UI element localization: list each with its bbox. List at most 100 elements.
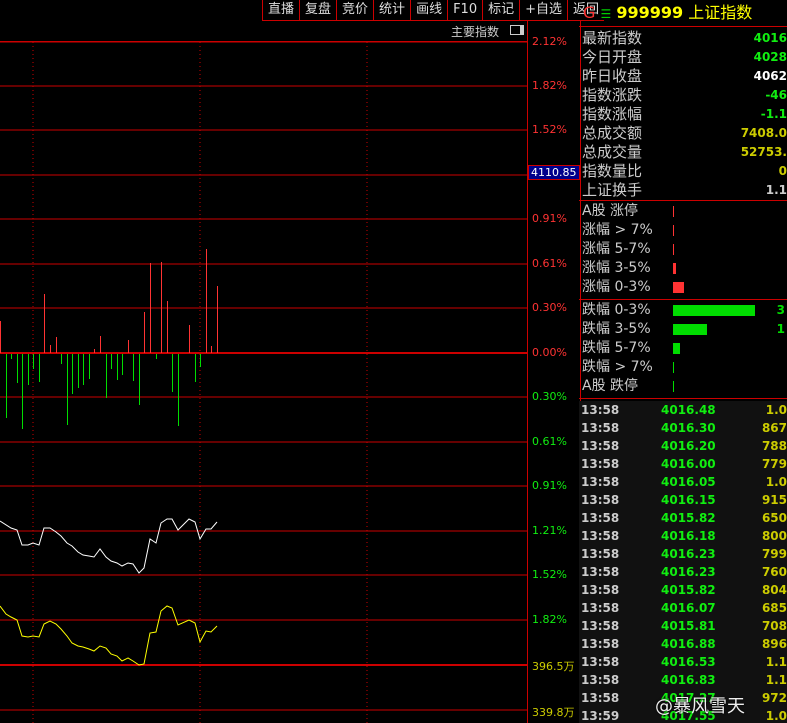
dist-count: 3 bbox=[776, 303, 785, 317]
tick-row: 13:58 4016.83 1.1 bbox=[579, 671, 787, 689]
tick-time: 13:58 bbox=[581, 637, 620, 651]
tick-price: 4016.15 bbox=[661, 493, 716, 507]
quote-value: 52753. bbox=[740, 145, 787, 159]
tick-row: 13:58 4015.82 650 bbox=[579, 509, 787, 527]
tick-volume: 760 bbox=[761, 565, 787, 579]
tick-time: 13:58 bbox=[581, 691, 620, 705]
tick-row: 13:58 4016.15 915 bbox=[579, 491, 787, 509]
quote-row: 上证换手 1.1 bbox=[579, 181, 787, 200]
axis-label: 1.82% bbox=[532, 79, 567, 92]
quote-row: 指数量比 0 bbox=[579, 162, 787, 181]
quote-row: 总成交额 7408.0 bbox=[579, 124, 787, 143]
quote-row: 最新指数 4016 bbox=[579, 29, 787, 48]
axis-label: 1.82% bbox=[532, 613, 567, 626]
tick-row: 13:58 4016.23 760 bbox=[579, 563, 787, 581]
tick-volume: 779 bbox=[761, 457, 787, 471]
tick-price: 4016.53 bbox=[661, 655, 716, 669]
fall-distribution: 跌幅 0-3% 3 跌幅 3-5% 1 跌幅 5-7% 跌幅 > 7% A股 跌停 bbox=[579, 300, 787, 399]
tick-price: 4016.20 bbox=[661, 439, 716, 453]
quote-label: 最新指数 bbox=[582, 29, 643, 47]
axis-label: 1.21% bbox=[532, 524, 567, 537]
quote-label: 指数涨跌 bbox=[582, 86, 643, 104]
dist-row: A股 跌停 bbox=[579, 377, 787, 396]
dist-bar bbox=[673, 244, 674, 255]
tick-list[interactable]: 13:58 4016.48 1.0 13:58 4016.30 867 13:58 4016.… bbox=[579, 399, 787, 723]
dist-row: 涨幅 > 7% bbox=[579, 221, 787, 240]
dist-row: 涨幅 5-7% bbox=[579, 240, 787, 259]
quote-label: 总成交额 bbox=[582, 124, 643, 142]
dist-label: 跌幅 0-3% bbox=[582, 302, 651, 318]
dist-bar bbox=[673, 381, 674, 392]
stock-name: 上证指数 bbox=[688, 3, 753, 22]
tick-price: 4016.88 bbox=[661, 637, 716, 651]
dist-bar bbox=[673, 324, 707, 335]
tick-price: 4016.23 bbox=[661, 565, 716, 579]
axis-label: 0.00% bbox=[532, 346, 567, 359]
tick-price: 4016.23 bbox=[661, 547, 716, 561]
axis-label: 0.91% bbox=[532, 479, 567, 492]
dist-label: 涨幅 > 7% bbox=[582, 222, 653, 238]
tick-volume: 896 bbox=[761, 637, 787, 651]
dist-bar bbox=[673, 282, 684, 293]
quote-label: 指数涨幅 bbox=[582, 105, 643, 123]
dist-label: 跌幅 3-5% bbox=[582, 321, 651, 337]
tick-row: 13:58 4016.30 867 bbox=[579, 419, 787, 437]
quote-value: 7408.0 bbox=[740, 126, 787, 140]
tick-row: 13:58 4016.00 779 bbox=[579, 455, 787, 473]
axis-label: 1.52% bbox=[532, 123, 567, 136]
tick-time: 13:58 bbox=[581, 619, 620, 633]
quote-row: 今日开盘 4028 bbox=[579, 48, 787, 67]
axis-label: 2.12% bbox=[532, 35, 567, 48]
tick-time: 13:58 bbox=[581, 403, 620, 417]
tick-volume: 915 bbox=[761, 493, 787, 507]
tick-price: 4016.05 bbox=[661, 475, 716, 489]
tick-volume: 1.0 bbox=[765, 709, 787, 723]
quote-row: 昨日收盘 4062 bbox=[579, 67, 787, 86]
quote-label: 昨日收盘 bbox=[582, 67, 643, 85]
dist-label: 跌幅 5-7% bbox=[582, 340, 651, 356]
axis-label: 0.30% bbox=[532, 390, 567, 403]
tick-volume: 708 bbox=[761, 619, 787, 633]
tick-volume: 972 bbox=[761, 691, 787, 705]
quote-value: 4062 bbox=[753, 69, 787, 83]
tick-time: 13:58 bbox=[581, 475, 620, 489]
tick-price: 4015.82 bbox=[661, 511, 716, 525]
quote-value: -1.1 bbox=[760, 107, 787, 121]
tick-volume: 804 bbox=[761, 583, 787, 597]
tick-price: 4016.18 bbox=[661, 529, 716, 543]
dist-label: 涨幅 5-7% bbox=[582, 241, 651, 257]
dist-row: 跌幅 0-3% 3 bbox=[579, 301, 787, 320]
tick-time: 13:58 bbox=[581, 421, 620, 435]
tick-volume: 800 bbox=[761, 529, 787, 543]
tick-row: 13:58 4016.23 799 bbox=[579, 545, 787, 563]
tick-price: 4015.82 bbox=[661, 583, 716, 597]
menu-icon[interactable]: ☰ bbox=[601, 7, 612, 21]
dist-label: 涨幅 3-5% bbox=[582, 260, 651, 276]
tick-volume: 799 bbox=[761, 547, 787, 561]
quote-value: 1.1 bbox=[765, 183, 787, 197]
tick-price: 4015.81 bbox=[661, 619, 716, 633]
tick-time: 13:59 bbox=[581, 709, 620, 723]
tick-time: 13:58 bbox=[581, 511, 620, 525]
tick-row: 13:58 4016.05 1.0 bbox=[579, 473, 787, 491]
quote-label: 上证换手 bbox=[582, 181, 643, 199]
tick-time: 13:58 bbox=[581, 565, 620, 579]
quote-value: -46 bbox=[765, 88, 787, 102]
quote-row: 总成交量 52753. bbox=[579, 143, 787, 162]
tick-volume: 1.0 bbox=[765, 403, 787, 417]
tick-volume: 788 bbox=[761, 439, 787, 453]
dist-label: A股 跌停 bbox=[582, 378, 639, 394]
quote-value: 4016 bbox=[753, 31, 787, 45]
tick-time: 13:58 bbox=[581, 583, 620, 597]
tick-time: 13:58 bbox=[581, 493, 620, 507]
dist-row: 跌幅 3-5% 1 bbox=[579, 320, 787, 339]
dist-label: 涨幅 0-3% bbox=[582, 279, 651, 295]
tick-row: 13:58 4016.48 1.0 bbox=[579, 401, 787, 419]
tick-volume: 1.1 bbox=[765, 655, 787, 669]
intraday-chart[interactable] bbox=[0, 0, 527, 723]
quote-label: 总成交量 bbox=[582, 143, 643, 161]
tick-row: 13:58 4016.53 1.1 bbox=[579, 653, 787, 671]
tick-price: 4016.07 bbox=[661, 601, 716, 615]
tick-volume: 1.0 bbox=[765, 475, 787, 489]
tick-row: 13:58 4016.18 800 bbox=[579, 527, 787, 545]
